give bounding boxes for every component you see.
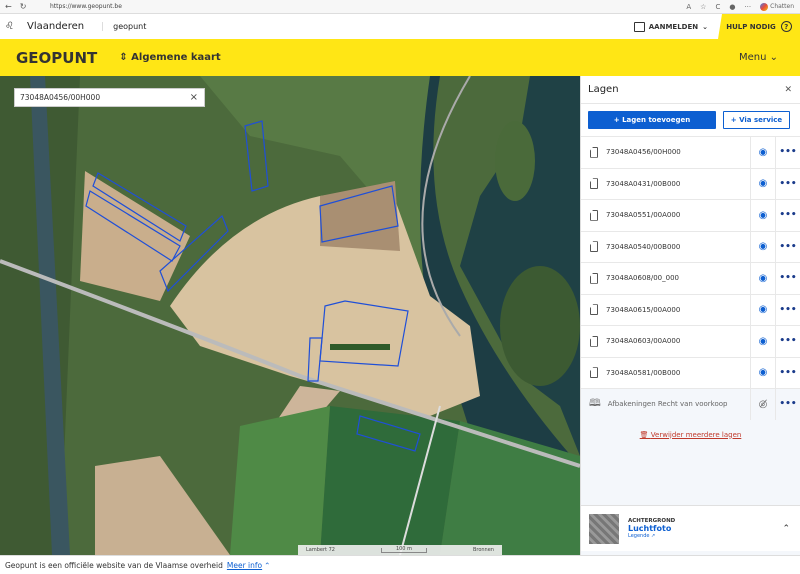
background-thumbnail	[589, 513, 619, 544]
layer-row[interactable]: 73048A0608/00_000 ◉ •••	[581, 262, 800, 294]
map-selector[interactable]: ⇕ Algemene kaart	[119, 52, 220, 63]
eye-icon[interactable]: ◉	[750, 294, 775, 325]
reload-icon[interactable]: ↻	[20, 2, 27, 11]
chevron-up-icon[interactable]: ⌃	[264, 561, 270, 570]
eye-icon[interactable]: ◉	[750, 231, 775, 262]
parcel-icon	[590, 304, 598, 316]
parcel-icon	[590, 209, 598, 221]
more-info-link[interactable]: Meer info	[227, 561, 262, 570]
eye-hidden-icon[interactable]: ◎̸	[750, 389, 775, 420]
more-options-icon[interactable]: •••	[775, 168, 800, 199]
eye-icon[interactable]: ◉	[750, 200, 775, 231]
site-name[interactable]: geopunt	[102, 22, 146, 31]
browser-bar: ← ↻ https://www.geopunt.be A ☆ C ● ··· Chatten	[0, 0, 800, 14]
layer-row[interactable]: 73048A0551/00A000 ◉ •••	[581, 199, 800, 231]
clear-search-icon[interactable]: ×	[190, 92, 198, 103]
more-options-icon[interactable]: •••	[775, 294, 800, 325]
menu-button[interactable]: Menu ⌄	[739, 52, 778, 63]
eye-icon[interactable]: ◉	[750, 168, 775, 199]
address-bar[interactable]: https://www.geopunt.be	[50, 3, 686, 10]
more-options-icon[interactable]: •••	[775, 326, 800, 357]
parcel-icon	[590, 146, 598, 158]
chevron-down-icon: ⌄	[702, 22, 708, 31]
panel-title: Lagen	[588, 84, 619, 95]
chevron-up-icon[interactable]: ⌃	[782, 524, 790, 534]
more-options-icon[interactable]: •••	[775, 231, 800, 262]
org-name[interactable]: Vlaanderen	[27, 21, 84, 32]
more-options-icon[interactable]: •••	[775, 389, 800, 420]
map-icon: 🕮	[589, 397, 601, 409]
help-button[interactable]: HULP NODIG?	[718, 14, 800, 39]
layer-row[interactable]: 73048A0456/00H000 ◉ •••	[581, 136, 800, 168]
add-layers-button[interactable]: + Lagen toevoegen	[588, 111, 716, 129]
back-icon[interactable]: ←	[5, 2, 12, 11]
search-input[interactable]: 73048A0456/00H000 ×	[14, 88, 205, 107]
scale-bar: Lambert 72 100 m Bronnen	[298, 545, 502, 555]
sources-link[interactable]: Bronnen	[473, 547, 494, 553]
parcel-icon	[590, 272, 598, 284]
delete-multiple-layers-link[interactable]: 🗑 Verwijder meerdere lagen	[581, 431, 800, 439]
site-header: ♌ Vlaanderen geopunt AANMELDEN ⌄ HULP NOD…	[0, 14, 800, 39]
updown-icon: ⇕	[119, 52, 132, 63]
more-icon[interactable]: ···	[744, 3, 751, 11]
map-canvas[interactable]	[0, 76, 580, 555]
parcel-icon	[590, 335, 598, 347]
parcel-icon	[590, 367, 598, 379]
layer-row[interactable]: 73048A0581/00B000 ◉ •••	[581, 356, 800, 388]
app-bar: GEOPUNT ⇕ Algemene kaart Menu ⌄	[0, 39, 800, 76]
close-icon[interactable]: ✕	[784, 85, 792, 95]
parcel-icon	[590, 178, 598, 190]
layer-row[interactable]: 73048A0615/00A000 ◉ •••	[581, 293, 800, 325]
more-options-icon[interactable]: •••	[775, 137, 800, 168]
footer: Geopunt is een officiële website van de …	[0, 555, 800, 574]
via-service-button[interactable]: + Via service	[723, 111, 790, 129]
chat-button[interactable]: Chatten	[760, 2, 794, 11]
question-icon: ?	[780, 21, 792, 32]
background-selector[interactable]: ACHTERGROND Luchtfoto Legende ↗ ⌃	[581, 505, 800, 551]
favorite-icon[interactable]: ☆	[700, 3, 706, 11]
copilot-icon	[760, 2, 769, 11]
user-icon	[633, 21, 645, 32]
chevron-down-icon: ⌄	[769, 52, 778, 63]
legend-link[interactable]: Legende ↗	[628, 533, 675, 539]
scale-distance: 100 m	[380, 546, 427, 553]
more-options-icon[interactable]: •••	[775, 357, 800, 388]
profile-icon[interactable]: ●	[729, 3, 735, 11]
aerial-photo	[0, 76, 580, 555]
layer-row[interactable]: 73048A0603/00A000 ◉ •••	[581, 325, 800, 357]
eye-icon[interactable]: ◉	[750, 263, 775, 294]
eye-icon[interactable]: ◉	[750, 326, 775, 357]
more-options-icon[interactable]: •••	[775, 263, 800, 294]
eye-icon[interactable]: ◉	[750, 137, 775, 168]
eye-icon[interactable]: ◉	[750, 357, 775, 388]
layer-row[interactable]: 🕮 Afbakeningen Recht van voorkoop ◎̸ •••	[581, 388, 800, 420]
layers-panel: Lagen ✕ + Lagen toevoegen + Via service 7…	[580, 76, 800, 555]
layer-row[interactable]: 73048A0431/00B000 ◉ •••	[581, 167, 800, 199]
layer-row[interactable]: 73048A0540/00B000 ◉ •••	[581, 230, 800, 262]
read-aloud-icon[interactable]: A	[686, 3, 691, 11]
more-options-icon[interactable]: •••	[775, 200, 800, 231]
lion-logo-icon: ♌	[5, 21, 14, 32]
parcel-icon	[590, 241, 598, 253]
trash-icon: 🗑	[639, 430, 651, 439]
extension-icon[interactable]: C	[715, 3, 720, 11]
login-button[interactable]: AANMELDEN ⌄	[633, 21, 708, 32]
brand-logo[interactable]: GEOPUNT	[16, 49, 97, 67]
